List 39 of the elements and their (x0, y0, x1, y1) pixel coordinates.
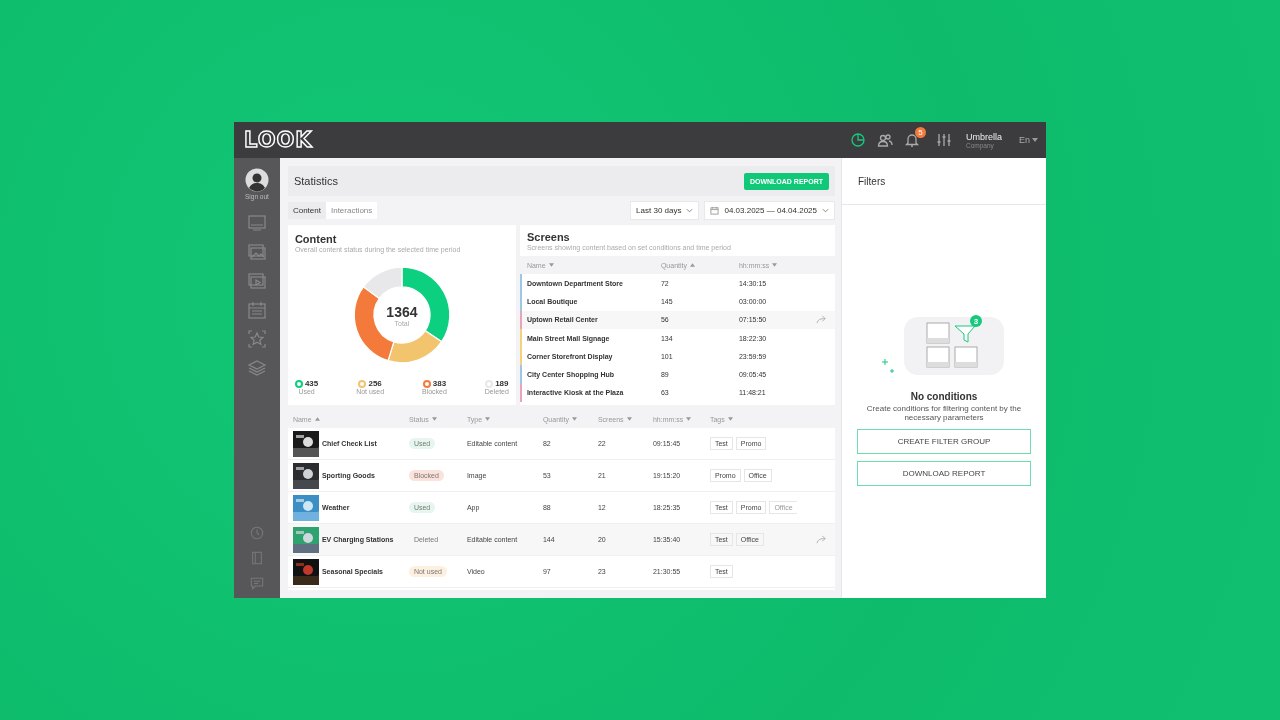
legend-value: 256 (368, 379, 382, 388)
panel-title: Filters (858, 175, 886, 187)
language-dropdown[interactable]: En (1019, 135, 1038, 145)
chat-icon[interactable] (249, 576, 264, 590)
calendar-icon (710, 206, 720, 215)
date-range-picker[interactable]: 04.03.2025 — 04.04.2025 (704, 201, 835, 220)
chevron-icon (686, 208, 694, 213)
notification-badge: 5 (914, 126, 926, 138)
video-icon[interactable] (246, 271, 267, 291)
period-dropdown[interactable]: Last 30 days (630, 201, 700, 220)
tab[interactable]: Content (287, 202, 326, 219)
card-title: Screens (525, 231, 571, 243)
empty-state-title: No conditions (910, 391, 978, 402)
share-icon[interactable] (816, 535, 827, 544)
outline-button[interactable]: CREATE FILTER GROUP (857, 429, 1031, 454)
legend-value: 435 (304, 379, 319, 388)
count-badge: 3 (970, 315, 982, 327)
calendar-icon[interactable] (246, 300, 267, 320)
empty-state-text: Create conditions for filtering content by the necessary parameters (865, 404, 1023, 422)
book-icon[interactable] (249, 551, 264, 565)
legend-value: 189 (495, 379, 509, 388)
logo: LOOK (244, 128, 313, 152)
caret-icon (1032, 138, 1038, 142)
layers-icon[interactable] (246, 358, 267, 378)
image-icon[interactable] (246, 242, 267, 262)
card-title: Content (294, 233, 338, 245)
outline-button[interactable]: DOWNLOAD REPORT (857, 461, 1031, 486)
chevron-icon (822, 208, 829, 213)
avatar-icon[interactable] (244, 168, 269, 192)
monitor-icon[interactable] (246, 213, 267, 233)
total-value: 1364 (386, 303, 418, 320)
account-name: Umbrella (965, 131, 1002, 142)
star-icon[interactable] (246, 329, 267, 349)
share-icon[interactable] (816, 315, 827, 325)
page-title: Statistics (293, 175, 338, 187)
users-icon[interactable] (875, 131, 894, 149)
chart-icon[interactable] (848, 131, 867, 149)
clock-icon[interactable] (249, 526, 264, 540)
legend-value: 383 (432, 379, 447, 388)
